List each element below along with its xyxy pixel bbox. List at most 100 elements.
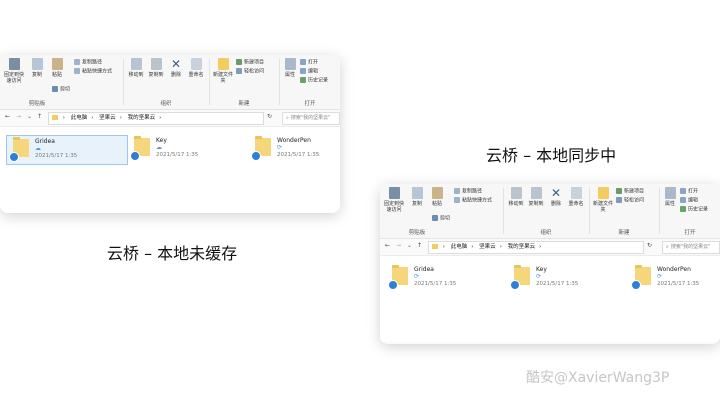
edit-button[interactable]: 编辑 bbox=[680, 197, 698, 205]
explorer-window-syncing: 固定到快速访问 复制 粘贴 剪贴板 复制路径 粘贴快捷方式 剪切 移动到 复制到 bbox=[380, 184, 720, 344]
paste-shortcut-button[interactable]: 粘贴快捷方式 bbox=[74, 68, 112, 76]
new-folder-icon bbox=[597, 187, 609, 199]
open-button[interactable]: 打开 bbox=[680, 188, 698, 196]
new-group-label: 新建 bbox=[618, 230, 630, 236]
new-folder-button[interactable]: 新建文件夹 bbox=[592, 187, 614, 213]
file-item-gridea[interactable]: Gridea ⟳ 2021/5/17 1:35 bbox=[386, 264, 506, 292]
cut-button[interactable]: 剪切 bbox=[52, 86, 70, 94]
sync-badge-icon bbox=[631, 280, 641, 290]
copy-path-button[interactable]: 复制路径 bbox=[454, 188, 482, 196]
search-input[interactable]: ⌕ 搜索"我的坚果云" bbox=[662, 241, 720, 254]
copy-button[interactable]: 复制 bbox=[28, 58, 46, 78]
paste-button[interactable]: 粘贴 bbox=[48, 58, 66, 78]
delete-button[interactable]: ✕ 删除 bbox=[168, 58, 184, 78]
forward-arrow-icon[interactable]: → bbox=[396, 242, 401, 249]
pin-quick-access-button[interactable]: 固定到快速访问 bbox=[2, 58, 26, 84]
sync-badge-icon bbox=[388, 280, 398, 290]
breadcrumb-item[interactable]: 此电脑 bbox=[451, 244, 468, 250]
delete-x-icon: ✕ bbox=[550, 186, 562, 200]
open-group-label: 打开 bbox=[684, 230, 696, 236]
up-arrow-icon[interactable]: ↑ bbox=[37, 113, 42, 120]
sync-status-icon: ⟳ bbox=[536, 273, 542, 280]
move-to-button[interactable]: 移动到 bbox=[506, 187, 526, 207]
breadcrumb-item[interactable]: 我的坚果云 bbox=[508, 244, 536, 250]
scissors-icon bbox=[52, 86, 58, 92]
breadcrumb-item[interactable]: 我的坚果云 bbox=[128, 115, 156, 121]
clipboard-group-label: 剪贴板 bbox=[408, 230, 426, 236]
refresh-icon[interactable]: ↻ bbox=[267, 113, 272, 120]
rename-icon bbox=[190, 58, 202, 70]
ribbon: 固定到快速访问 复制 粘贴 剪贴板 复制路径 粘贴快捷方式 剪切 移动到 复制到 bbox=[0, 55, 340, 110]
refresh-icon[interactable]: ↻ bbox=[647, 242, 652, 249]
delete-button[interactable]: ✕ 删除 bbox=[548, 187, 564, 207]
paste-shortcut-icon bbox=[74, 68, 80, 74]
copy-to-button[interactable]: 复制到 bbox=[526, 187, 546, 207]
file-name: WonderPen bbox=[657, 266, 691, 273]
caption-syncing: 云桥 – 本地同步中 bbox=[486, 146, 617, 165]
back-arrow-icon[interactable]: ← bbox=[5, 113, 10, 120]
paste-shortcut-button[interactable]: 粘贴快捷方式 bbox=[454, 197, 492, 205]
history-dropdown-icon[interactable]: ⌄ bbox=[27, 113, 32, 120]
easy-access-button[interactable]: 轻松访问 bbox=[236, 68, 264, 76]
file-item-wonderpen[interactable]: WonderPen ⟳ 2021/5/17 1:35 bbox=[249, 135, 339, 163]
properties-button[interactable]: 属性 bbox=[662, 187, 678, 207]
sync-badge-icon bbox=[251, 151, 261, 161]
history-button[interactable]: 历史记录 bbox=[300, 77, 328, 85]
history-dropdown-icon[interactable]: ⌄ bbox=[407, 242, 412, 249]
edit-button[interactable]: 编辑 bbox=[300, 68, 318, 76]
breadcrumb[interactable]: › 此电脑 › 坚果云 › 我的坚果云 › bbox=[428, 241, 644, 254]
rename-button[interactable]: 重命名 bbox=[186, 58, 206, 78]
move-to-button[interactable]: 移动到 bbox=[126, 58, 146, 78]
rename-button[interactable]: 重命名 bbox=[566, 187, 586, 207]
sync-badge-icon bbox=[510, 280, 520, 290]
open-button[interactable]: 打开 bbox=[300, 59, 318, 67]
edit-icon bbox=[680, 197, 686, 203]
easy-access-icon bbox=[236, 68, 242, 74]
edit-icon bbox=[300, 68, 306, 74]
history-icon bbox=[300, 77, 306, 83]
pin-quick-access-button[interactable]: 固定到快速访问 bbox=[382, 187, 406, 213]
organize-group: 移动到 复制到 ✕ 删除 重命名 组织 bbox=[504, 184, 588, 238]
breadcrumb-item[interactable]: 坚果云 bbox=[479, 244, 496, 250]
forward-arrow-icon[interactable]: → bbox=[16, 113, 21, 120]
paste-button[interactable]: 粘贴 bbox=[428, 187, 446, 207]
organize-group: 移动到 复制到 ✕ 删除 重命名 组织 bbox=[124, 55, 208, 109]
copy-to-button[interactable]: 复制到 bbox=[146, 58, 166, 78]
new-item-button[interactable]: 新建项目 bbox=[616, 188, 644, 196]
file-date: 2021/5/17 1:35 bbox=[156, 152, 199, 158]
history-button[interactable]: 历史记录 bbox=[680, 206, 708, 214]
watermark: 酷安@XavierWang3P bbox=[526, 370, 670, 386]
folder-icon bbox=[52, 115, 58, 120]
easy-access-button[interactable]: 轻松访问 bbox=[616, 197, 644, 205]
breadcrumb[interactable]: › 此电脑 › 坚果云 › 我的坚果云 › bbox=[48, 112, 264, 125]
copy-path-button[interactable]: 复制路径 bbox=[74, 59, 102, 67]
address-bar: ← → ⌄ ↑ › 此电脑 › 坚果云 › 我的坚果云 › ↻ ⌕ 搜索"我的坚果云" bbox=[380, 239, 720, 256]
file-item-wonderpen[interactable]: WonderPen ⟳ 2021/5/17 1:35 bbox=[629, 264, 719, 292]
file-item-key[interactable]: Key ⟳ 2021/5/17 1:35 bbox=[508, 264, 628, 292]
new-item-icon bbox=[236, 59, 242, 65]
properties-icon bbox=[664, 187, 676, 199]
paste-icon bbox=[431, 187, 443, 199]
cloud-status-icon: ☁ bbox=[156, 144, 162, 151]
properties-button[interactable]: 属性 bbox=[282, 58, 298, 78]
copy-button[interactable]: 复制 bbox=[408, 187, 426, 207]
breadcrumb-item[interactable]: 此电脑 bbox=[71, 115, 88, 121]
cloud-status-icon: ☁ bbox=[35, 145, 41, 152]
breadcrumb-sep: › bbox=[91, 115, 94, 121]
new-folder-button[interactable]: 新建文件夹 bbox=[212, 58, 234, 84]
cut-button[interactable]: 剪切 bbox=[432, 215, 450, 223]
clipboard-group: 固定到快速访问 复制 粘贴 剪贴板 bbox=[0, 55, 74, 109]
breadcrumb-item[interactable]: 坚果云 bbox=[99, 115, 116, 121]
search-placeholder: 搜索"我的坚果云" bbox=[670, 244, 711, 250]
search-icon: ⌕ bbox=[286, 115, 289, 121]
pin-icon bbox=[388, 187, 400, 199]
file-item-gridea[interactable]: Gridea ☁ 2021/5/17 1:35 bbox=[6, 135, 128, 165]
up-arrow-icon[interactable]: ↑ bbox=[417, 242, 422, 249]
organize-group-label: 组织 bbox=[540, 230, 552, 236]
cloud-badge-icon bbox=[9, 152, 19, 162]
new-item-button[interactable]: 新建项目 bbox=[236, 59, 264, 67]
file-date: 2021/5/17 1:35 bbox=[657, 281, 700, 287]
back-arrow-icon[interactable]: ← bbox=[385, 242, 390, 249]
file-item-key[interactable]: Key ☁ 2021/5/17 1:35 bbox=[128, 135, 248, 163]
search-input[interactable]: ⌕ 搜索"我的坚果云" bbox=[282, 112, 340, 125]
